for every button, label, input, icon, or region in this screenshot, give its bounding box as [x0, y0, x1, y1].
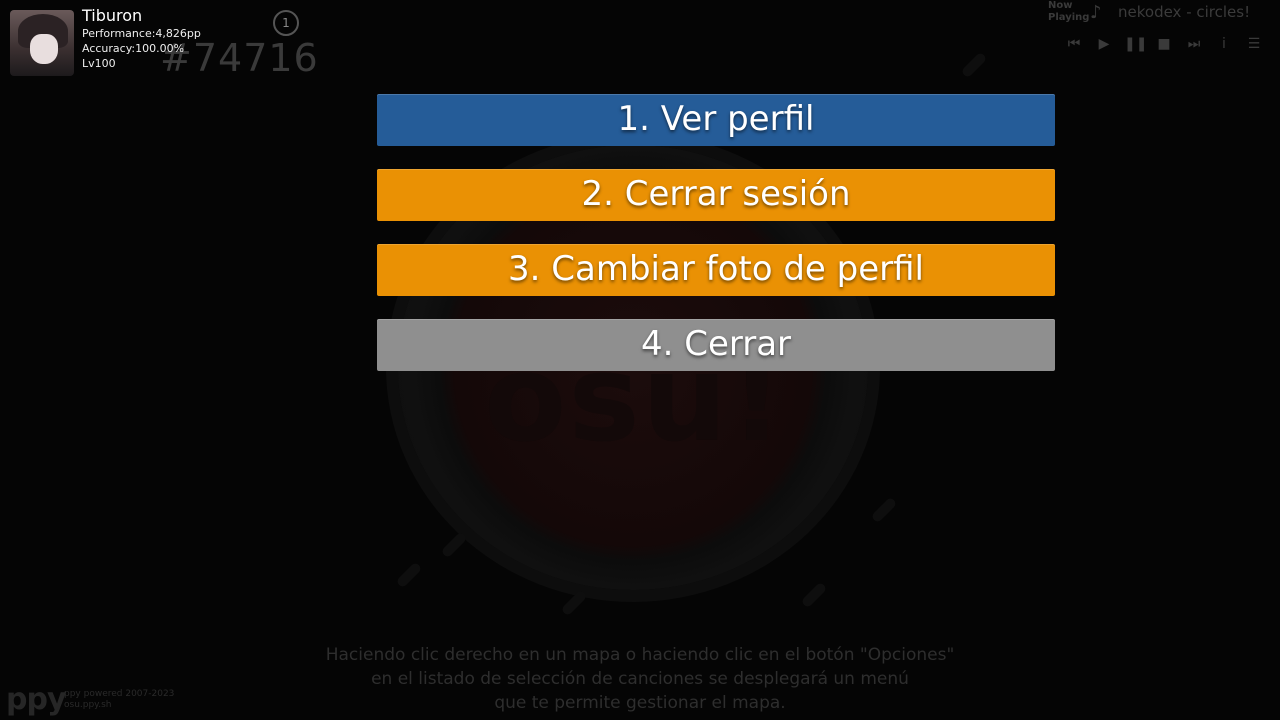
previous-icon[interactable]: ⏮: [1064, 34, 1084, 54]
tip-text: Haciendo clic derecho en un mapa o hacie…: [290, 643, 990, 715]
close-button[interactable]: 4. Cerrar: [377, 319, 1055, 371]
background-decoration: [440, 531, 468, 559]
view-profile-button[interactable]: 1. Ver perfil: [377, 94, 1055, 146]
stop-icon[interactable]: ■: [1154, 34, 1174, 54]
credit-line: ppy powered 2007-2023: [64, 689, 175, 699]
now-playing-label-line2: Playing: [1048, 12, 1090, 23]
now-playing-track[interactable]: nekodex - circles!: [1118, 3, 1250, 21]
credit-line: osu.ppy.sh: [64, 700, 112, 710]
info-icon[interactable]: i: [1214, 34, 1234, 54]
ppy-credit: ppy powered 2007-2023 osu.ppy.sh: [64, 689, 174, 711]
music-note-icon: ♪: [1090, 2, 1102, 23]
tip-line: en el listado de selección de canciones …: [371, 669, 909, 689]
now-playing-label-line1: Now: [1048, 0, 1073, 11]
background-decoration: [870, 496, 898, 524]
tip-line: Haciendo clic derecho en un mapa o hacie…: [325, 645, 955, 665]
ppy-logo[interactable]: ppy: [6, 682, 67, 717]
next-icon[interactable]: ⏭: [1184, 34, 1204, 54]
tip-line: que te permite gestionar el mapa.: [494, 693, 786, 713]
avatar[interactable]: [10, 10, 74, 76]
change-avatar-button[interactable]: 3. Cambiar foto de perfil: [377, 244, 1055, 296]
background-decoration: [560, 589, 588, 617]
play-icon[interactable]: ▶: [1094, 34, 1114, 54]
pause-icon[interactable]: ❚❚: [1124, 34, 1147, 54]
background-decoration: [395, 561, 423, 589]
now-playing-label: Now Playing: [1048, 0, 1089, 24]
username: Tiburon: [82, 6, 143, 25]
accuracy-stat: Accuracy:100.00%: [82, 42, 185, 55]
music-controls: ⏮ ▶ ❚❚ ■ ⏭ i ☰: [1064, 34, 1274, 56]
notification-badge[interactable]: 1: [273, 10, 299, 36]
background-decoration: [960, 51, 988, 79]
avatar-face: [30, 34, 58, 64]
level-stat: Lv100: [82, 57, 116, 70]
user-panel[interactable]: #74716 Tiburon Performance:4,826pp Accur…: [10, 6, 318, 80]
menu-icon[interactable]: ☰: [1244, 34, 1264, 54]
logout-button[interactable]: 2. Cerrar sesión: [377, 169, 1055, 221]
background-decoration: [800, 581, 828, 609]
performance-stat: Performance:4,826pp: [82, 27, 201, 40]
